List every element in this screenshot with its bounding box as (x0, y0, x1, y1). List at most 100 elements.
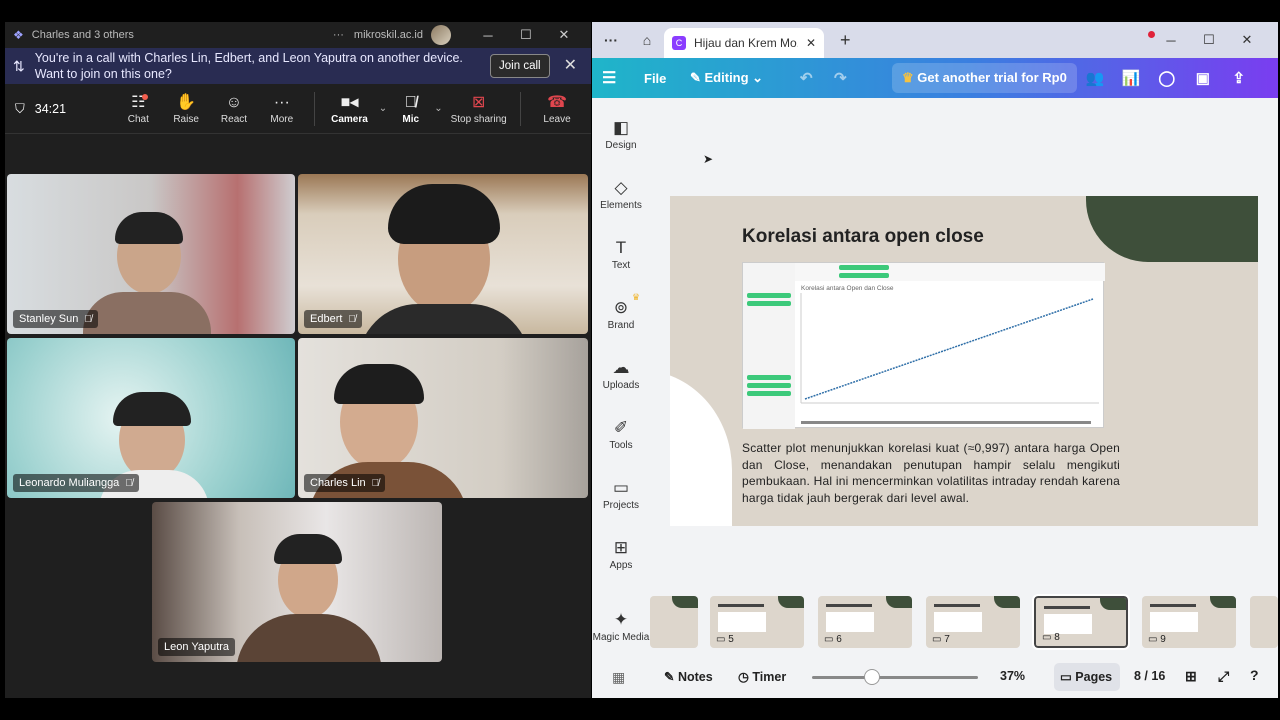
canva-sidebar: ◧ Design ◇ Elements T Text ♛ ⊚ Brand ☁ Uploads… (592, 98, 650, 656)
browser-tab[interactable]: C Hijau dan Krem Mo... ✕ (664, 28, 824, 58)
canva-window: ··· ⌂ C Hijau dan Krem Mo... ✕ + ─ ☐ ✕ ☰… (592, 22, 1278, 698)
avatar[interactable] (431, 25, 451, 45)
text-icon: T (615, 238, 627, 257)
close-icon[interactable]: ✕ (1228, 32, 1266, 48)
smiley-icon: ☺ (225, 94, 243, 111)
trial-button[interactable]: ♛ Get another trial for Rp0 (892, 63, 1077, 93)
tab-close-icon[interactable]: ✕ (806, 36, 816, 50)
page-thumbnail[interactable] (650, 596, 698, 648)
participant-label: Stanley Sun 🎙̸ (13, 310, 98, 328)
zoom-slider[interactable] (812, 676, 978, 679)
grid-view-icon[interactable]: ⊞ (1185, 668, 1197, 685)
react-label: React (220, 114, 248, 125)
sidebar-item-magic-media[interactable]: ✦ Magic Media (592, 608, 650, 643)
teams-titlebar: ❖ Charles and 3 others ··· mikroskil.ac.… (5, 22, 591, 48)
page-thumbnail[interactable] (1250, 596, 1278, 648)
fullscreen-icon[interactable]: ⤢ (1218, 668, 1229, 685)
page-thumbnail-selected[interactable]: ▭ 8 (1032, 594, 1130, 650)
share-icon[interactable]: ⇪ (1221, 69, 1257, 87)
participant-label: Leonardo Muliangga 🎙̸ (13, 474, 139, 492)
page-thumbnail[interactable]: ▭ 9 (1142, 596, 1236, 648)
more-label: More (270, 114, 294, 125)
timer-text: 34:21 (34, 101, 67, 116)
video-tile[interactable]: Leonardo Muliangga 🎙̸ (7, 338, 295, 498)
page-thumbnail[interactable]: ▭ 5 (710, 596, 804, 648)
insights-icon[interactable]: 📊 (1113, 69, 1149, 87)
join-call-button[interactable]: Join call (490, 54, 550, 78)
file-menu[interactable]: File (644, 71, 690, 86)
decorative-shape (670, 370, 732, 526)
browser-menu-icon[interactable]: ··· (604, 32, 630, 48)
editing-label: Editing (704, 70, 749, 85)
meeting-title: Charles and 3 others (31, 29, 134, 41)
mic-button[interactable]: 🎙̸ Mic (390, 92, 432, 125)
more-options-icon[interactable]: ··· (333, 29, 344, 41)
mic-off-icon: 🎙̸ (348, 313, 356, 325)
notes-button[interactable]: ✎ Notes (664, 669, 713, 684)
elements-icon: ◇ (614, 178, 628, 197)
minimize-icon[interactable]: ─ (469, 28, 507, 43)
page-thumbnail[interactable]: ▭ 7 (926, 596, 1020, 648)
sidebar-item-tools[interactable]: ✐ Tools (592, 416, 650, 451)
pages-button[interactable]: ▭ Pages (1060, 669, 1112, 684)
redo-icon[interactable]: ↷ (834, 69, 868, 87)
sidebar-item-design[interactable]: ◧ Design (592, 116, 650, 151)
notes-label: Notes (677, 670, 713, 684)
design-icon: ◧ (612, 118, 630, 137)
sidebar-item-brand[interactable]: ♛ ⊚ Brand (592, 292, 650, 331)
stop-sharing-button[interactable]: ⊠ Stop sharing (445, 92, 512, 125)
zoom-level[interactable]: 37% (1000, 669, 1025, 683)
stop-sharing-label: Stop sharing (450, 114, 507, 125)
slide-title[interactable]: Korelasi antara open close (742, 226, 984, 248)
more-button[interactable]: ··· More (258, 92, 306, 125)
home-icon[interactable]: ⌂ (630, 32, 664, 48)
sidebar-item-text[interactable]: T Text (592, 236, 650, 271)
zoom-slider-handle[interactable] (864, 669, 880, 685)
video-tile[interactable]: Stanley Sun 🎙̸ (7, 174, 295, 334)
sidebar-item-projects[interactable]: ▭ Projects (592, 476, 650, 511)
present-icon[interactable]: ▣ (1185, 69, 1221, 87)
comment-icon[interactable]: ◯ (1149, 69, 1185, 87)
chevron-down-icon: ⌄ (748, 70, 764, 85)
help-icon[interactable]: ? (1250, 667, 1259, 683)
hamburger-icon[interactable]: ☰ (602, 68, 644, 88)
new-tab-icon[interactable]: + (840, 30, 851, 51)
mic-off-icon: 🎙̸ (404, 94, 417, 111)
shield-icon: ⛉ (15, 100, 25, 116)
react-button[interactable]: ☺ React (210, 92, 258, 125)
sidebar-label: Elements (600, 200, 642, 211)
sidebar-item-elements[interactable]: ◇ Elements (592, 176, 650, 211)
share-people-icon[interactable]: 👥 (1077, 69, 1113, 87)
mic-options-chevron-icon[interactable]: ⌄ (432, 103, 445, 114)
maximize-icon[interactable]: ☐ (1190, 32, 1228, 48)
close-icon[interactable]: ✕ (545, 27, 583, 43)
phone-hangup-icon: ☎ (547, 94, 567, 111)
raise-hand-button[interactable]: ✋ Raise (162, 92, 210, 125)
sidebar-item-apps[interactable]: ⊞ Apps (592, 536, 650, 571)
video-tile[interactable]: Charles Lin 🎙̸ (298, 338, 588, 498)
chat-button[interactable]: ☷ Chat (114, 92, 162, 125)
pages-label: Pages (1075, 670, 1113, 684)
timer-button[interactable]: ◷ Timer (738, 669, 786, 684)
undo-icon[interactable]: ↶ (800, 69, 834, 87)
decorative-shape (1086, 196, 1258, 262)
tab-title: Hijau dan Krem Mo... (694, 36, 798, 50)
sidebar-item-uploads[interactable]: ☁ Uploads (592, 356, 650, 391)
slide-description[interactable]: Scatter plot menunjukkan korelasi kuat (… (742, 440, 1120, 506)
editing-mode-button[interactable]: ✎ Editing ⌄ (690, 70, 800, 86)
chat-label: Chat (127, 114, 149, 125)
camera-options-chevron-icon[interactable]: ⌄ (376, 103, 389, 114)
camera-button[interactable]: ■◂ Camera (323, 92, 377, 125)
video-tile[interactable]: Edbert 🎙̸ (298, 174, 588, 334)
chart-screenshot[interactable]: Korelasi antara Open dan Close (742, 262, 1105, 429)
slide-canvas[interactable]: Korelasi antara open close Korelasi anta… (670, 196, 1258, 526)
page-thumbnail[interactable]: ▭ 6 (818, 596, 912, 648)
maximize-icon[interactable]: ☐ (507, 27, 545, 43)
scatter-image (743, 263, 1105, 429)
dismiss-banner-icon[interactable]: ✕ (564, 58, 577, 74)
leave-button[interactable]: ☎ Leave (533, 92, 581, 125)
other-device-banner: ⇅ You're in a call with Charles Lin, Edb… (5, 48, 591, 84)
crown-icon: ♛ (632, 292, 641, 302)
video-tile[interactable]: Leon Yaputra (152, 502, 442, 662)
minimize-icon[interactable]: ─ (1148, 30, 1190, 48)
